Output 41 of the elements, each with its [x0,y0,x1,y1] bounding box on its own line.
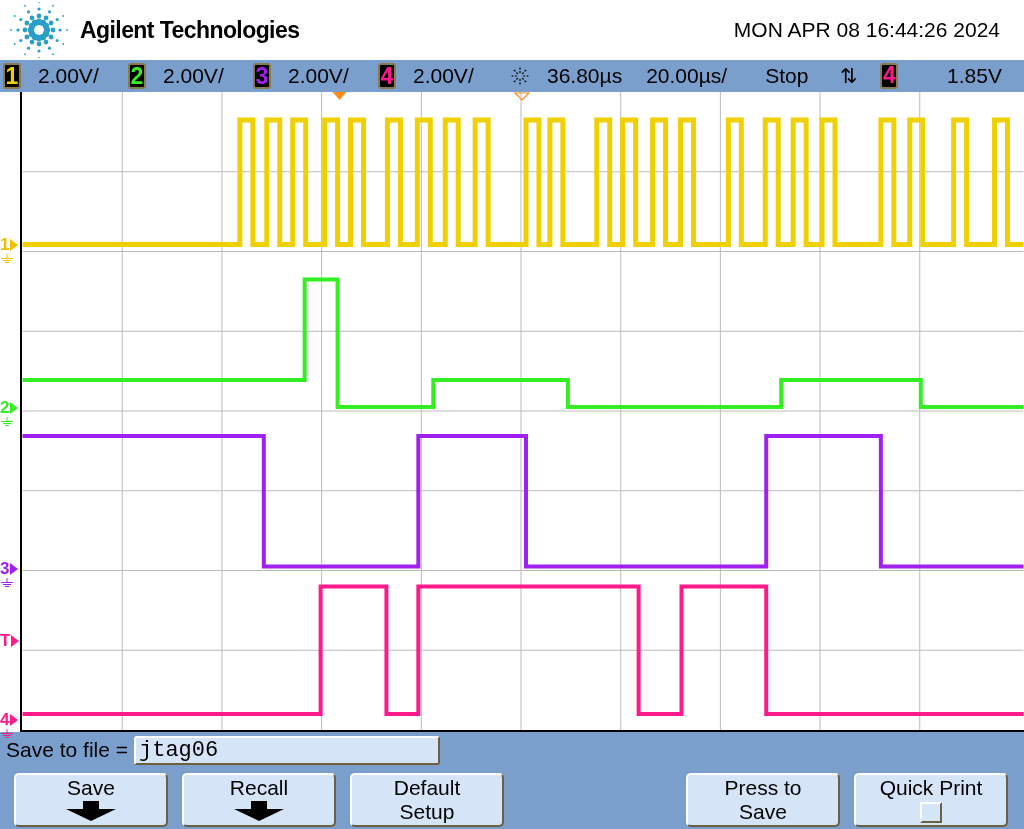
checkbox[interactable] [920,802,942,823]
filename-field[interactable]: jtag06 [134,735,440,765]
trigger-level[interactable]: 1.85V [947,60,1002,92]
ground-symbol-icon [1,578,13,587]
channel-marker: 1 [0,236,10,253]
trigger-marker-icon [11,634,20,647]
brand-name: Agilent Technologies [80,15,300,45]
volts-per-div[interactable]: 2.00V/ [413,60,474,92]
softkey-button[interactable]: Default Setup [350,773,504,827]
ground-symbol-icon [1,729,13,738]
channel-marker: T [0,632,11,649]
ground-symbol-icon [1,417,13,426]
ground-marker-icon [10,562,19,575]
softkey-button[interactable]: Save [14,773,168,827]
time-per-div[interactable]: 20.00µs/ [646,60,728,92]
time-reference[interactable]: 36.80µs [547,60,623,92]
volts-per-div[interactable]: 2.00V/ [163,60,224,92]
down-arrow-icon [234,801,284,821]
ground-marker-icon [10,713,19,726]
channel-number[interactable]: 3 [255,64,269,88]
softkey-button[interactable]: Press to Save [686,773,840,827]
channel-marker: 4 [0,711,10,728]
channel-marker: 2 [0,399,10,416]
ground-symbol-icon [1,254,13,263]
channel-number[interactable]: 4 [380,64,394,88]
softkey-button[interactable]: Quick Print [854,773,1008,827]
run-state: Stop [765,63,809,90]
channel-marker: 3 [0,560,10,577]
sparkle-icon [509,65,531,87]
date-time: MON APR 08 16:44:26 2024 [733,17,1000,44]
trigger-slope: ⇅ [840,63,859,90]
ground-marker-icon [10,401,19,414]
softkey-button[interactable]: Recall [182,773,336,827]
channel-number[interactable]: 1 [5,64,19,88]
ground-marker-icon [10,238,19,251]
volts-per-div[interactable]: 2.00V/ [38,60,99,92]
save-label: Save to file = [6,737,128,764]
down-arrow-icon [66,801,116,821]
channel-number[interactable]: 2 [130,64,144,88]
volts-per-div[interactable]: 2.00V/ [288,60,349,92]
delay-marker-icon [513,92,531,101]
